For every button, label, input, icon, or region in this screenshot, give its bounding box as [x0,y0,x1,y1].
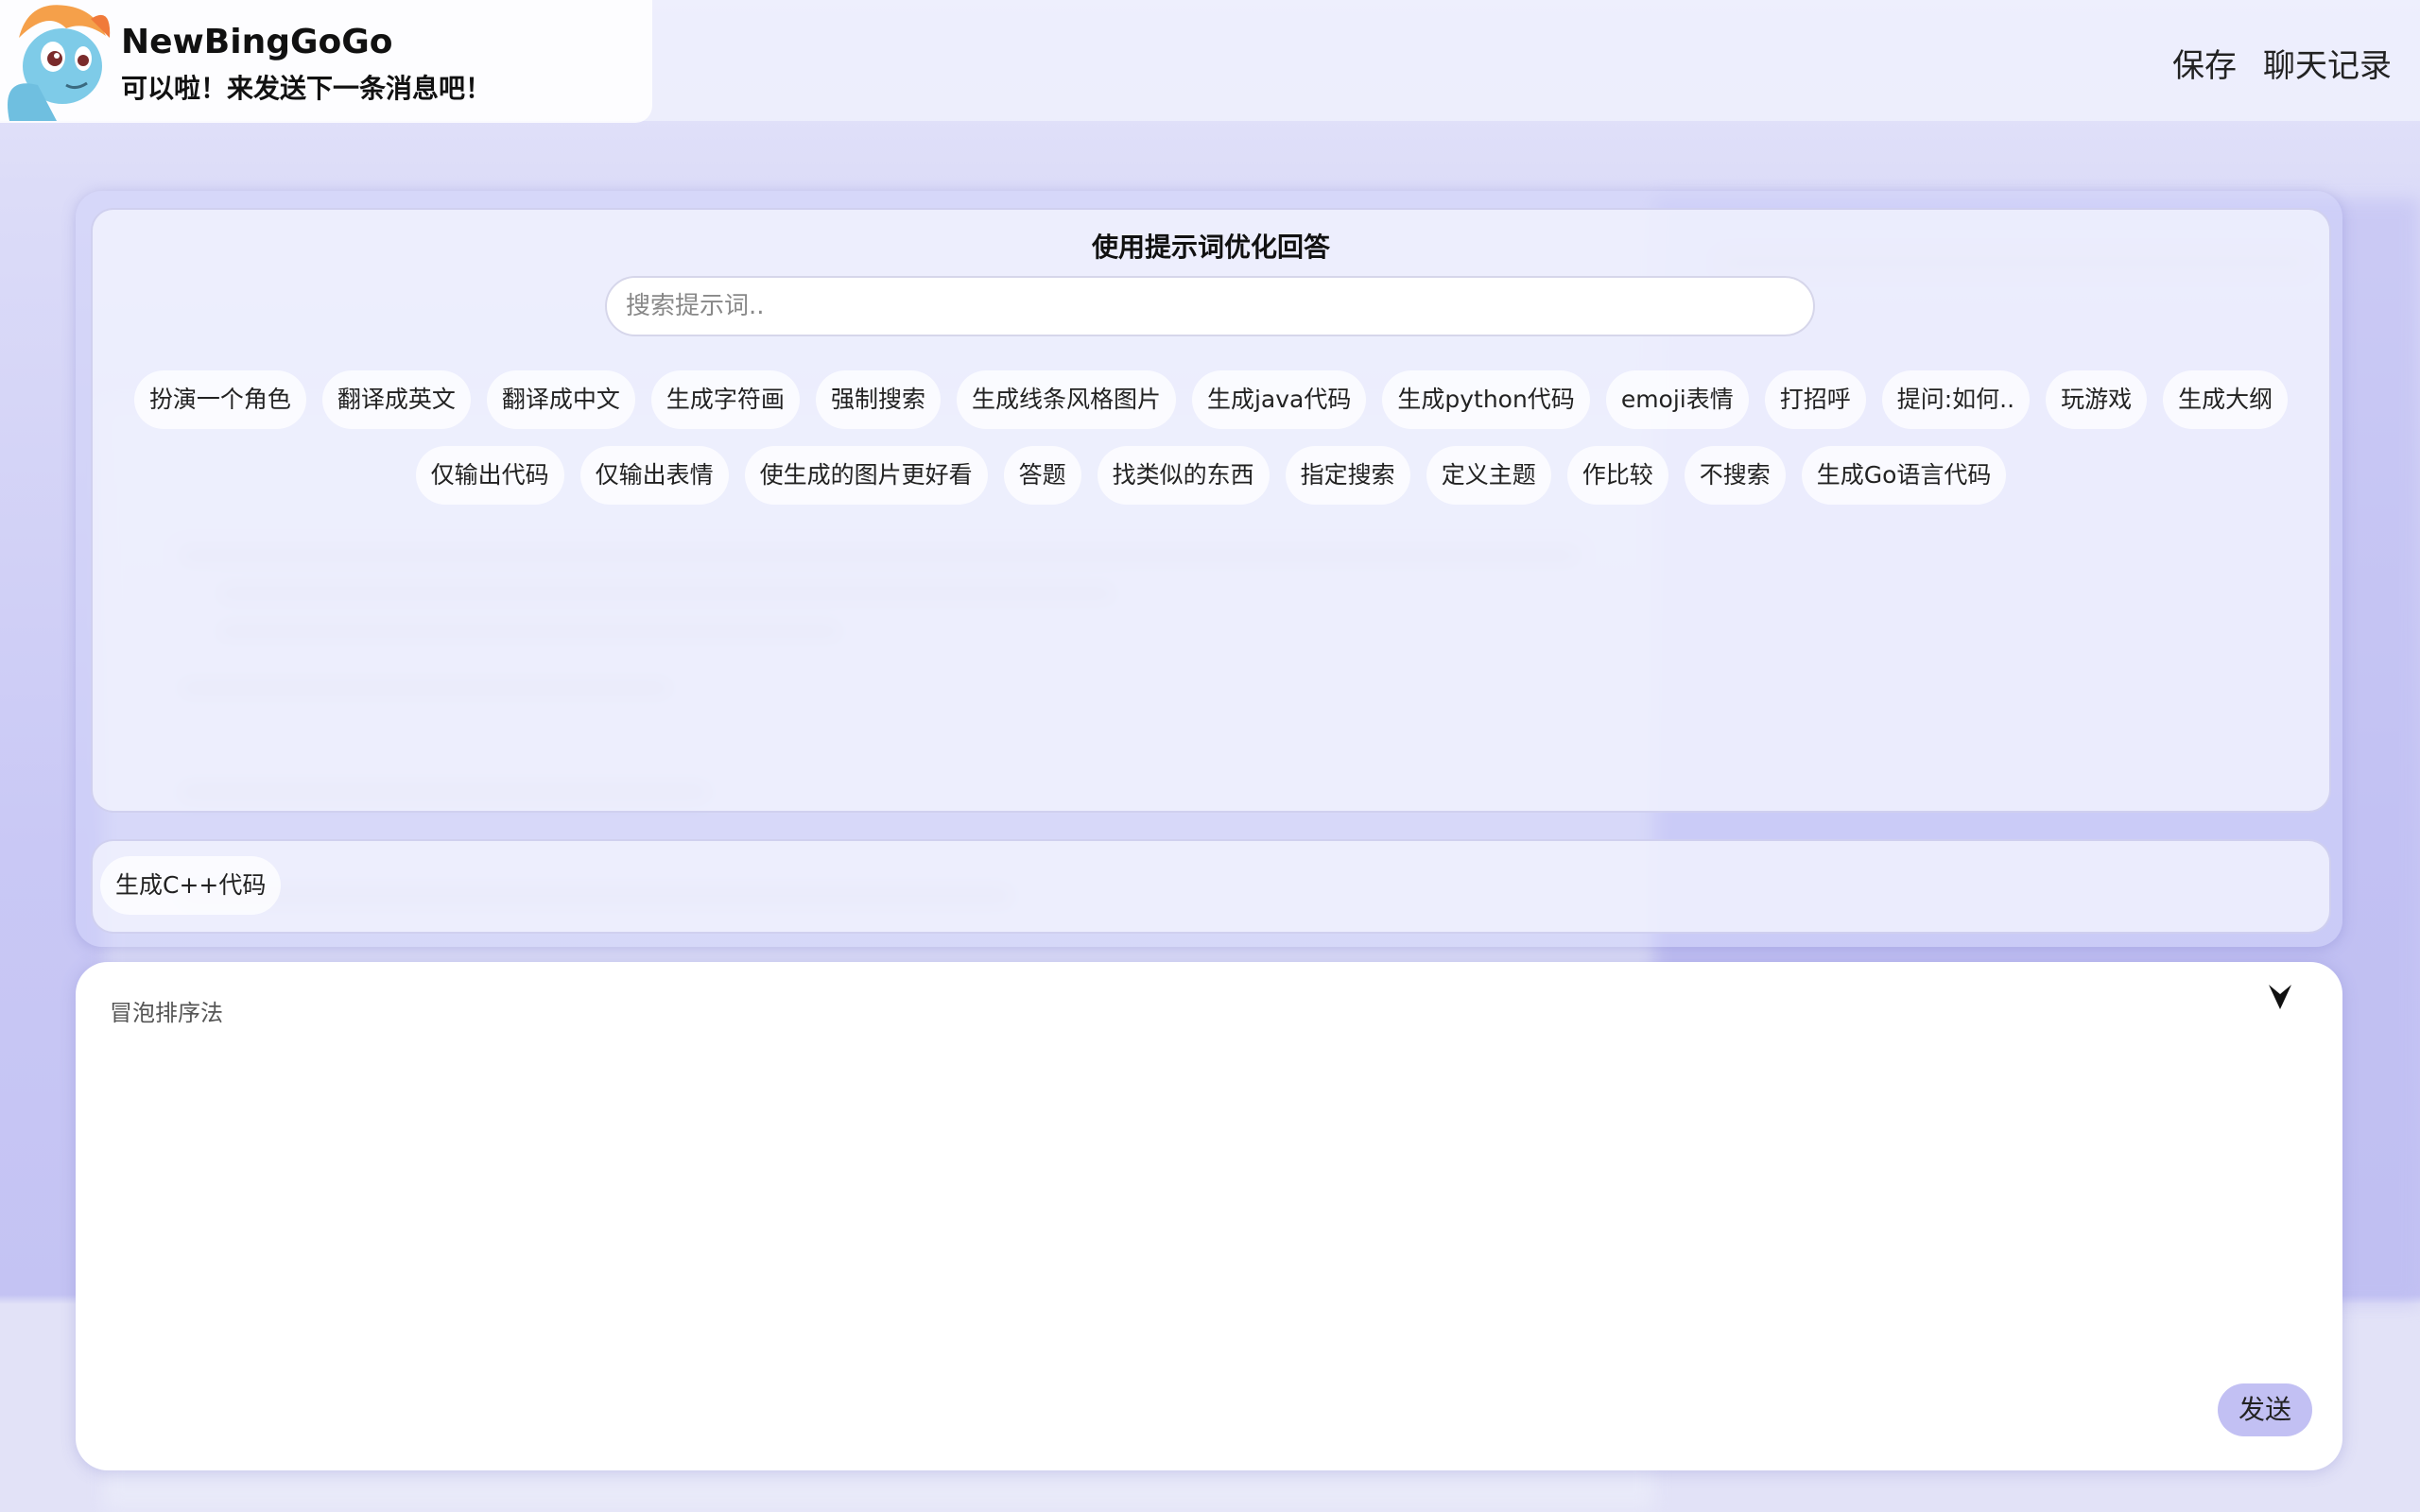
prompt-chip[interactable]: 生成字符画 [650,370,800,429]
status-subtitle: 可以啦！来发送下一条消息吧！ [121,73,493,104]
prompt-chip-row-2: 仅输出代码 仅输出表情 使生成的图片更好看 答题 找类似的东西 指定搜索 定义主… [93,446,2329,505]
prompt-chip[interactable]: 生成java代码 [1191,370,1367,429]
prompt-chip[interactable]: 强制搜索 [815,370,941,429]
prompt-chip[interactable]: 生成Go语言代码 [1801,446,2007,505]
prompt-chip[interactable]: 作比较 [1566,446,1668,505]
prompt-chip[interactable]: 打招呼 [1764,370,1866,429]
save-link[interactable]: 保存 [2172,40,2237,86]
app-title: NewBingGoGo [121,23,393,61]
prompt-chip[interactable]: 生成线条风格图片 [956,370,1176,429]
arrow-down-icon[interactable] [2267,981,2293,1013]
prompt-chip[interactable]: 提问:如何.. [1881,370,2031,429]
prompt-chip-row-1: 扮演一个角色 翻译成英文 翻译成中文 生成字符画 强制搜索 生成线条风格图片 生… [93,370,2329,429]
prompt-chip[interactable]: 仅输出代码 [415,446,564,505]
prompt-chip[interactable]: 玩游戏 [2046,370,2148,429]
prompt-chip[interactable]: 生成大纲 [2163,370,2289,429]
prompt-chip[interactable]: 使生成的图片更好看 [744,446,988,505]
prompt-chip[interactable]: 仅输出表情 [579,446,729,505]
prompt-chip[interactable]: 翻译成中文 [486,370,635,429]
pony-avatar-icon [8,5,111,121]
prompt-chip[interactable]: emoji表情 [1605,370,1749,429]
send-button[interactable]: 发送 [2217,1383,2312,1436]
message-input[interactable] [108,992,2248,1393]
prompt-chip[interactable]: 翻译成英文 [321,370,471,429]
prompt-panel: 使用提示词优化回答 扮演一个角色 翻译成英文 翻译成中文 生成字符画 强制搜索 … [91,208,2331,813]
prompt-search-input[interactable] [605,276,1815,336]
selected-prompts-panel: 生成C++代码 [91,839,2331,934]
header-nav: 保存 聊天记录 [2172,40,2392,86]
prompt-chip[interactable]: 答题 [1003,446,1081,505]
prompt-chip[interactable]: 扮演一个角色 [133,370,306,429]
prompt-panel-title: 使用提示词优化回答 [1091,232,1330,263]
prompt-chip[interactable]: 指定搜索 [1285,446,1410,505]
brand: NewBingGoGo 可以啦！来发送下一条消息吧！ [0,0,652,123]
chat-history-link[interactable]: 聊天记录 [2263,40,2392,86]
prompt-chip[interactable]: 找类似的东西 [1097,446,1270,505]
prompt-suggestions-container: 使用提示词优化回答 扮演一个角色 翻译成英文 翻译成中文 生成字符画 强制搜索 … [76,191,2342,947]
message-input-box: 发送 [76,962,2342,1470]
selected-prompt-chip[interactable]: 生成C++代码 [100,856,282,915]
prompt-chip[interactable]: 不搜索 [1684,446,1786,505]
prompt-chip[interactable]: 定义主题 [1426,446,1551,505]
prompt-chip[interactable]: 生成python代码 [1382,370,1590,429]
app-header: NewBingGoGo 可以啦！来发送下一条消息吧！ 保存 聊天记录 [0,0,2420,123]
